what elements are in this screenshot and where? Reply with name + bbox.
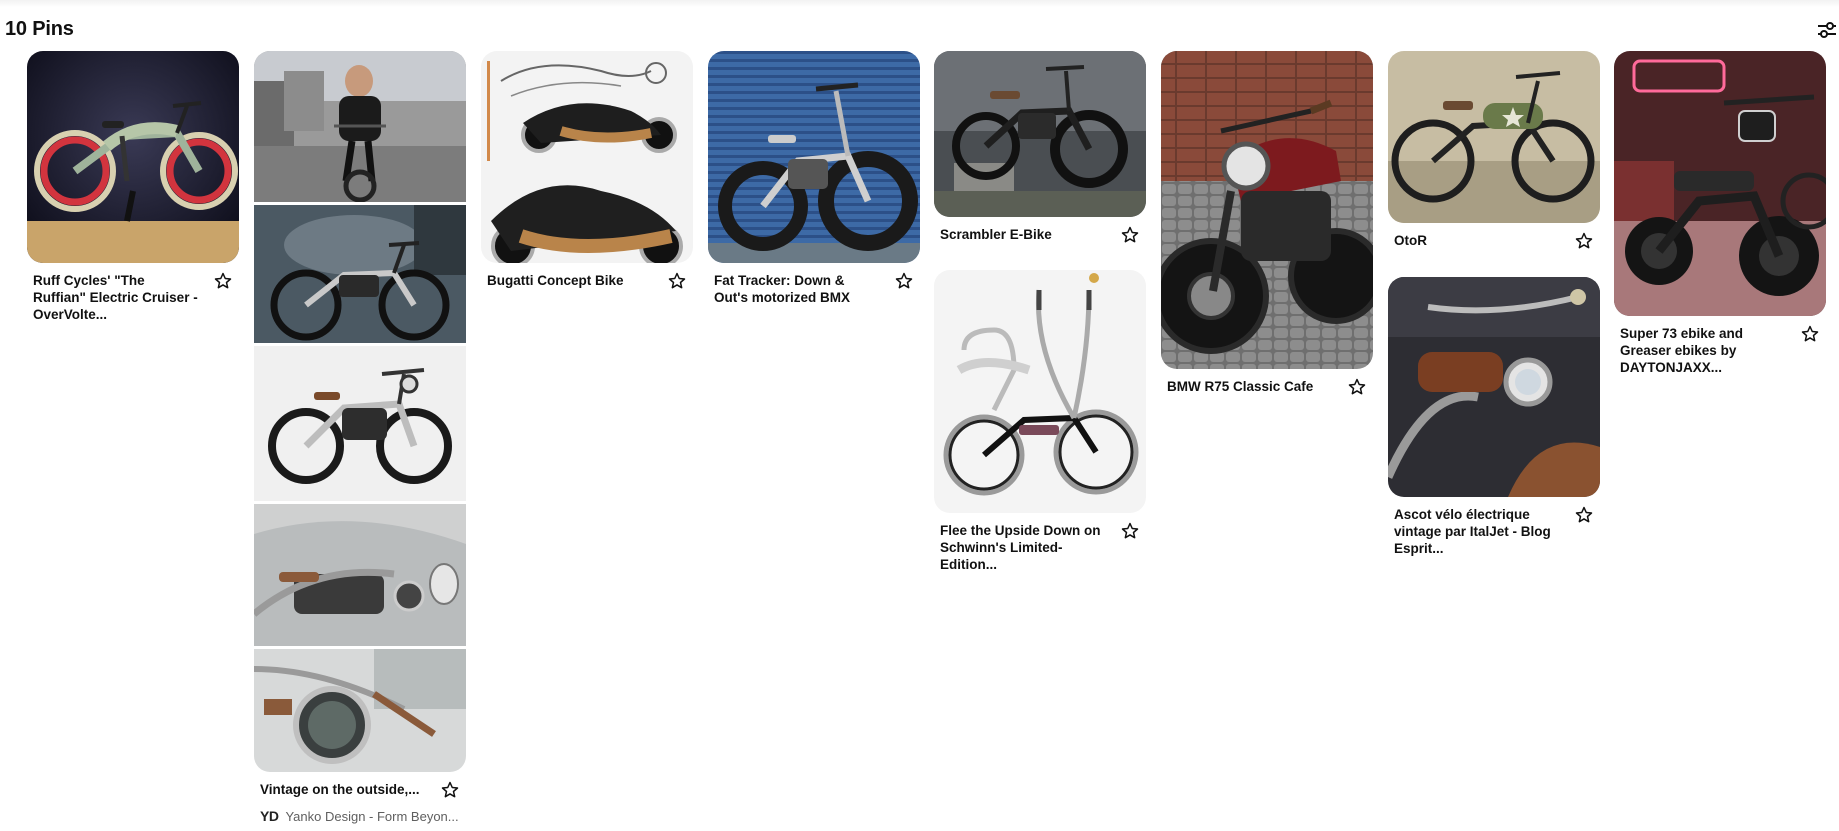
pin-card: Ascot vélo électrique vintage par ItalJe… xyxy=(1388,277,1600,557)
star-icon[interactable] xyxy=(1347,377,1367,397)
star-icon[interactable] xyxy=(1120,521,1140,541)
pin-image[interactable] xyxy=(1388,51,1600,223)
star-icon[interactable] xyxy=(213,271,233,291)
star-icon[interactable] xyxy=(1120,225,1140,245)
pin-card: BMW R75 Classic Cafe xyxy=(1161,51,1373,397)
collage-tile xyxy=(254,504,466,646)
source-logo: YD xyxy=(260,808,279,824)
collage-tile xyxy=(254,346,466,501)
collage-tile xyxy=(254,51,466,202)
pin-image[interactable] xyxy=(934,51,1146,217)
pin-image[interactable] xyxy=(27,51,239,263)
pin-title[interactable]: Super 73 ebike and Greaser ebikes by DAY… xyxy=(1620,325,1788,376)
page-title: 10 Pins xyxy=(5,18,74,40)
pin-image[interactable] xyxy=(708,51,920,263)
pin-card: Scrambler E-Bike xyxy=(934,51,1146,245)
star-icon[interactable] xyxy=(667,271,687,291)
pin-title[interactable]: Scrambler E-Bike xyxy=(940,226,1052,243)
pin-card: Flee the Upside Down on Schwinn's Limite… xyxy=(934,270,1146,573)
star-icon[interactable] xyxy=(894,271,914,291)
pin-column: OtoR Ascot vélo électrique vintage par I… xyxy=(1388,51,1600,557)
collage-tile xyxy=(254,205,466,343)
pin-card: OtoR xyxy=(1388,51,1600,251)
pin-image[interactable] xyxy=(1614,51,1826,316)
star-icon[interactable] xyxy=(1574,231,1594,251)
pin-image-collage[interactable] xyxy=(254,51,466,772)
top-divider xyxy=(0,0,1839,7)
pin-image[interactable] xyxy=(1161,51,1373,369)
source-name: Yanko Design - Form Beyon... xyxy=(285,808,459,824)
star-icon[interactable] xyxy=(1800,324,1820,344)
pin-title[interactable]: Ascot vélo électrique vintage par ItalJe… xyxy=(1394,506,1562,557)
pin-title[interactable]: BMW R75 Classic Cafe xyxy=(1167,378,1313,395)
pin-card: Vintage on the outside,... YD Yanko Desi… xyxy=(254,51,466,824)
pin-card: Bugatti Concept Bike xyxy=(481,51,693,291)
pin-source[interactable]: YD Yanko Design - Form Beyon... xyxy=(254,800,466,824)
pin-card: Fat Tracker: Down & Out's motorized BMX xyxy=(708,51,920,306)
sliders-icon xyxy=(1818,22,1836,38)
pin-title[interactable]: Flee the Upside Down on Schwinn's Limite… xyxy=(940,522,1108,573)
collage-tile xyxy=(254,649,466,772)
filter-button[interactable] xyxy=(1815,18,1839,42)
pin-title[interactable]: Bugatti Concept Bike xyxy=(487,272,624,289)
star-icon[interactable] xyxy=(440,780,460,800)
pin-card: Ruff Cycles' "The Ruffian" Electric Crui… xyxy=(27,51,239,323)
pin-title[interactable]: Ruff Cycles' "The Ruffian" Electric Crui… xyxy=(33,272,201,323)
pin-image[interactable] xyxy=(481,51,693,263)
pin-card: Super 73 ebike and Greaser ebikes by DAY… xyxy=(1614,51,1826,376)
pin-column: Scrambler E-Bike Flee the Upside Down on… xyxy=(934,51,1146,573)
pin-image[interactable] xyxy=(934,270,1146,513)
star-icon[interactable] xyxy=(1574,505,1594,525)
pin-image[interactable] xyxy=(1388,277,1600,497)
pin-title[interactable]: OtoR xyxy=(1394,232,1427,249)
pin-title[interactable]: Fat Tracker: Down & Out's motorized BMX xyxy=(714,272,882,306)
pin-title[interactable]: Vintage on the outside,... xyxy=(260,781,420,798)
